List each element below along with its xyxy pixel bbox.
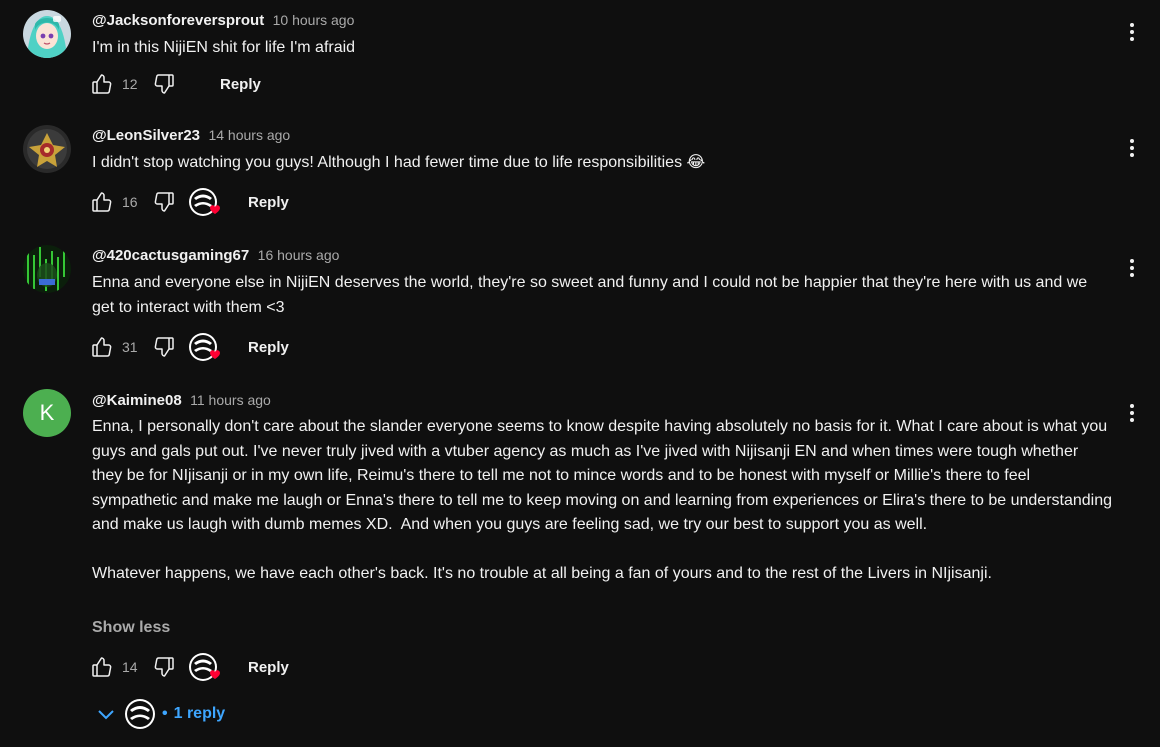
reply-button[interactable]: Reply [236, 653, 301, 682]
creator-avatar-heart-icon [189, 188, 220, 216]
author-name[interactable]: @LeonSilver23 [92, 127, 200, 144]
comment-text: I'm in this NijiEN shit for life I'm afr… [92, 39, 356, 56]
thumbs-up-icon [92, 657, 112, 677]
more-options-button[interactable] [1120, 401, 1144, 425]
comment-header: @Kaimine08 11 hours ago [92, 390, 271, 411]
author-name[interactable]: @420cactusgaming67 [92, 247, 249, 264]
like-button[interactable] [88, 653, 116, 681]
avatar[interactable] [23, 10, 71, 58]
comment-header: @420cactusgaming67 16 hours ago [92, 245, 339, 266]
comment-text: Enna, I personally don't care about the … [92, 418, 1113, 582]
reply-button[interactable]: Reply [208, 70, 273, 99]
like-count: 16 [122, 194, 138, 210]
kebab-menu-icon [1130, 259, 1134, 277]
dislike-button[interactable] [150, 653, 178, 681]
creator-heart-badge [188, 332, 222, 362]
like-count: 12 [122, 76, 138, 92]
timestamp[interactable]: 16 hours ago [258, 247, 340, 263]
reply-button[interactable]: Reply [236, 333, 301, 362]
comment-header: @Jacksonforeversprout 10 hours ago [92, 10, 354, 31]
action-bar: 14 Reply [88, 651, 301, 683]
kebab-menu-icon [1130, 23, 1134, 41]
like-button[interactable] [88, 70, 116, 98]
kebab-menu-icon [1130, 139, 1134, 157]
separator-dot: • [162, 705, 168, 722]
creator-heart-badge [188, 187, 222, 217]
more-options-button[interactable] [1120, 136, 1144, 160]
like-button[interactable] [88, 188, 116, 216]
action-bar: 12 Reply [88, 68, 273, 100]
view-replies-button[interactable]: • 1 reply [94, 696, 225, 732]
thumbs-down-icon [154, 657, 174, 677]
avatar[interactable] [23, 245, 71, 293]
timestamp[interactable]: 14 hours ago [208, 127, 290, 143]
timestamp[interactable]: 11 hours ago [190, 392, 271, 408]
like-count: 31 [122, 339, 138, 355]
dislike-button[interactable] [150, 188, 178, 216]
kebab-menu-icon [1130, 404, 1134, 422]
thumbs-down-icon [154, 192, 174, 212]
thumbs-up-icon [92, 192, 112, 212]
thumbs-down-icon [154, 337, 174, 357]
dislike-button[interactable] [150, 70, 178, 98]
avatar[interactable]: K [23, 389, 71, 437]
more-options-button[interactable] [1120, 256, 1144, 280]
dislike-button[interactable] [150, 333, 178, 361]
comment-text: Enna and everyone else in NijiEN deserve… [92, 274, 1092, 316]
thumbs-up-icon [92, 337, 112, 357]
chevron-down-icon [98, 710, 114, 720]
like-button[interactable] [88, 333, 116, 361]
author-name[interactable]: @Jacksonforeversprout [92, 12, 264, 29]
more-options-button[interactable] [1120, 20, 1144, 44]
creator-heart-badge [188, 652, 222, 682]
avatar[interactable] [23, 125, 71, 173]
creator-avatar-icon [125, 699, 155, 729]
like-count: 14 [122, 659, 138, 675]
action-bar: 31 Reply [88, 331, 301, 363]
creator-avatar-heart-icon [189, 653, 220, 681]
thumbs-up-icon [92, 74, 112, 94]
reply-button[interactable]: Reply [236, 188, 301, 217]
comment-header: @LeonSilver23 14 hours ago [92, 125, 290, 146]
creator-avatar-heart-icon [189, 333, 220, 361]
thumbs-down-icon [154, 74, 174, 94]
action-bar: 16 Reply [88, 186, 301, 218]
author-name[interactable]: @Kaimine08 [92, 392, 182, 409]
show-less-button[interactable]: Show less [92, 619, 170, 637]
reply-count-label: 1 reply [173, 705, 226, 722]
comment-text: I didn't stop watching you guys! Althoug… [92, 154, 706, 171]
timestamp[interactable]: 10 hours ago [273, 12, 355, 28]
